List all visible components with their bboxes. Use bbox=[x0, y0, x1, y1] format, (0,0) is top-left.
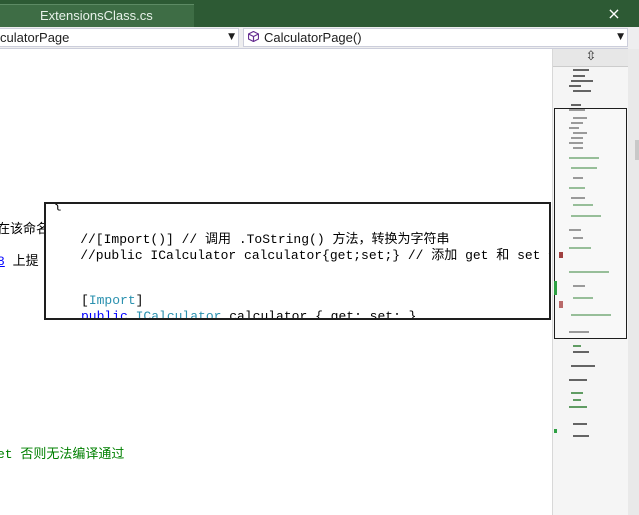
tab-title: ExtensionsClass.cs bbox=[40, 8, 153, 23]
scrollbar-thumb[interactable] bbox=[635, 140, 639, 160]
minimap-line bbox=[573, 90, 591, 92]
peek-property-rest: calculator { get; set; } bbox=[221, 309, 417, 320]
code-line-partial-link: 8 上提 bbox=[0, 250, 39, 269]
chevron-down-icon: ▼ bbox=[617, 32, 624, 42]
code-link-suffix: 上提 bbox=[4, 254, 39, 269]
minimap-line bbox=[571, 80, 593, 82]
minimap-viewport[interactable] bbox=[554, 108, 627, 339]
minimap-line bbox=[569, 379, 587, 381]
peek-keyword-public: public bbox=[81, 309, 128, 320]
close-icon[interactable]: × bbox=[604, 4, 624, 24]
type-dropdown-value: culatorPage bbox=[0, 30, 70, 45]
minimap-line bbox=[573, 399, 581, 401]
method-cube-icon bbox=[248, 31, 259, 42]
minimap-marker-error bbox=[559, 301, 563, 308]
minimap-line bbox=[573, 423, 587, 425]
minimap-scrollbar[interactable]: ⇳ bbox=[552, 49, 628, 515]
peek-property-declaration: public ICalculator calculator { get; set… bbox=[81, 309, 417, 320]
minimap-line bbox=[573, 435, 589, 437]
minimap-line bbox=[571, 392, 583, 394]
code-line-comment-tail: et 否则无法编译通过 bbox=[0, 447, 125, 462]
member-dropdown-value: CalculatorPage() bbox=[264, 30, 362, 45]
peek-brace: { bbox=[54, 202, 62, 212]
vertical-scrollbar-track[interactable] bbox=[628, 49, 639, 515]
peek-import-name: Import bbox=[88, 293, 136, 308]
peek-import-attribute: [Import] bbox=[81, 293, 144, 308]
type-dropdown[interactable]: culatorPage ▼ bbox=[0, 28, 239, 47]
minimap-line bbox=[571, 104, 581, 106]
minimap-line bbox=[573, 351, 589, 353]
peek-type-name: ICalculator bbox=[135, 309, 222, 320]
navigation-bar: culatorPage ▼ CalculatorPage() ▼ bbox=[0, 27, 639, 49]
minimap-line bbox=[571, 365, 595, 367]
minimap-line bbox=[569, 406, 587, 408]
nav-bar-edge bbox=[628, 27, 639, 49]
peek-comment-property: //public ICalculator calculator{get;set;… bbox=[49, 248, 551, 263]
document-tab-bar: ExtensionsClass.cs × bbox=[0, 0, 639, 27]
chevron-down-icon: ▼ bbox=[228, 32, 235, 42]
minimap-marker-breakpoint bbox=[559, 252, 563, 258]
member-dropdown[interactable]: CalculatorPage() ▼ bbox=[243, 28, 628, 47]
minimap-line bbox=[573, 69, 589, 71]
minimap-line bbox=[573, 75, 585, 77]
minimap-line bbox=[569, 85, 581, 87]
split-editor-icon[interactable]: ⇳ bbox=[553, 49, 628, 67]
code-peek-tooltip: { //[Import()] // 调用 .ToString() 方法，转换为字… bbox=[44, 202, 551, 320]
minimap-marker-change bbox=[554, 429, 557, 433]
tab-extensions-class[interactable]: ExtensionsClass.cs bbox=[0, 4, 194, 27]
code-line-partial-namespace: 在该命名 bbox=[0, 222, 50, 237]
minimap-line bbox=[573, 345, 581, 347]
minimap-marker-change bbox=[554, 281, 557, 295]
